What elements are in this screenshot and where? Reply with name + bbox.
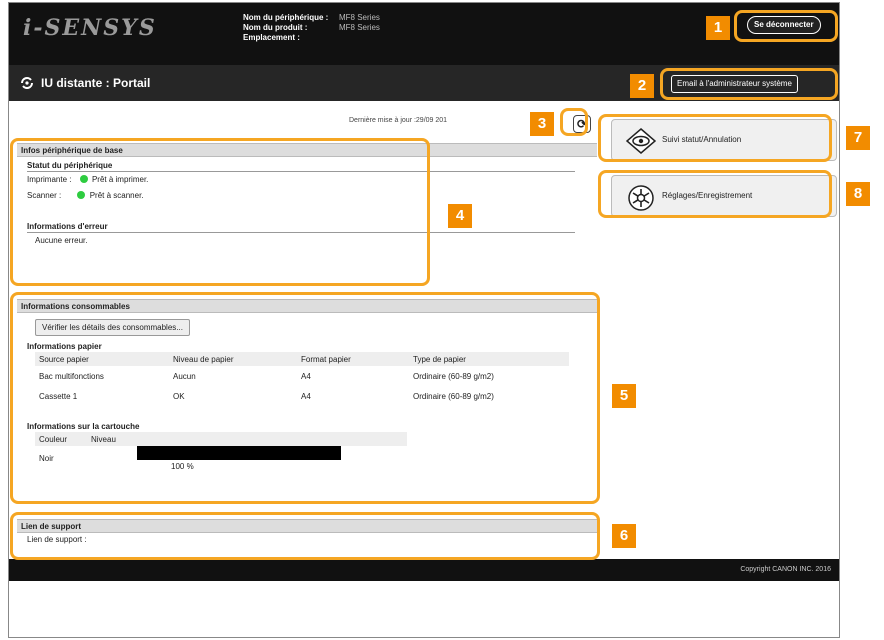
paper-info-title: Informations papier — [27, 342, 102, 351]
error-info-title: Informations d'erreur — [27, 222, 575, 233]
status-ok-icon — [79, 175, 88, 183]
location-label: Emplacement : — [243, 33, 300, 42]
browser-page: i-SENSYS Nom du périphérique : Nom du pr… — [8, 2, 840, 638]
table-row: Bac multifonctions Aucun A4 Ordinaire (6… — [35, 366, 569, 386]
table-cell: Cassette 1 — [39, 391, 78, 401]
column-header: Format papier — [297, 352, 409, 366]
scanner-label: Scanner : — [27, 191, 62, 200]
logout-button[interactable]: Se déconnecter — [747, 16, 821, 34]
status-eye-icon — [626, 128, 656, 154]
cartridge-info-title: Informations sur la cartouche — [27, 422, 140, 431]
toner-level-bar — [137, 446, 341, 460]
error-text: Aucune erreur. — [35, 236, 88, 245]
settings-registration-button[interactable]: Réglages/Enregistrement — [611, 175, 837, 217]
callout-badge: 1 — [706, 16, 730, 40]
callout-badge: 6 — [612, 524, 636, 548]
printer-label: Imprimante : — [27, 175, 72, 184]
table-cell: Ordinaire (60-89 g/m2) — [413, 371, 494, 381]
printer-status-row: Imprimante : Prêt à imprimer. — [27, 172, 597, 188]
brand-logo: i-SENSYS — [23, 15, 157, 41]
settings-gear-icon — [628, 185, 654, 211]
consumables-section: Informations consommables Vérifier les d… — [17, 299, 597, 471]
callout-badge: 7 — [846, 126, 870, 150]
table-cell: Aucun — [173, 371, 196, 381]
device-status-title: Statut du périphérique — [27, 161, 575, 172]
device-name-label: Nom du périphérique : — [243, 13, 329, 22]
device-info-labels: Nom du périphérique : Nom du produit : E… — [243, 13, 328, 43]
status-cancel-button[interactable]: Suivi statut/Annulation — [611, 119, 837, 161]
toner-level-text: 100 % — [171, 462, 194, 471]
cartridge-table: Couleur Niveau Noir 100 % — [35, 432, 407, 471]
table-cell: A4 — [301, 371, 311, 381]
device-name-value: MF8 Series — [339, 13, 380, 22]
cartridge-color: Noir — [39, 454, 54, 463]
scanner-status-row: Scanner : Prêt à scanner. — [27, 188, 597, 204]
support-link[interactable]: Lien de support : — [27, 533, 597, 547]
basic-info-section: Infos périphérique de base Statut du pér… — [17, 143, 597, 249]
consumables-heading: Informations consommables — [17, 299, 597, 313]
column-header: Niveau — [87, 432, 377, 446]
table-row: Cassette 1 OK A4 Ordinaire (60-89 g/m2) — [35, 386, 569, 406]
status-cancel-label: Suivi statut/Annulation — [662, 135, 742, 144]
table-cell: Bac multifonctions — [39, 371, 104, 381]
last-updated-text: Dernière mise à jour :29/09 201 — [349, 117, 448, 124]
callout-badge: 3 — [530, 112, 554, 136]
column-header: Couleur — [35, 432, 87, 446]
page-title: IU distante : Portail — [41, 76, 151, 90]
title-bar: IU distante : Portail Email à l'administ… — [9, 65, 839, 101]
column-header: Source papier — [35, 352, 169, 366]
callout-badge: 5 — [612, 384, 636, 408]
copyright-text: Copyright CANON INC. 2016 — [740, 566, 831, 573]
column-header: Type de papier — [409, 352, 569, 366]
footer-bar: Copyright CANON INC. 2016 — [9, 559, 839, 581]
admin-email-button[interactable]: Email à l'administrateur système — [671, 75, 798, 93]
table-cell: OK — [173, 391, 185, 401]
device-info-values: MF8 Series MF8 Series — [339, 13, 380, 33]
table-row: Noir 100 % — [35, 446, 407, 471]
portal-icon — [21, 77, 33, 89]
scanner-status: Prêt à scanner. — [89, 191, 144, 200]
support-section: Lien de support Lien de support : — [17, 519, 597, 547]
product-name-label: Nom du produit : — [243, 23, 308, 32]
settings-registration-label: Réglages/Enregistrement — [662, 191, 753, 200]
callout-badge: 8 — [846, 182, 870, 206]
product-name-value: MF8 Series — [339, 23, 380, 32]
verify-consumables-button[interactable]: Vérifier les détails des consommables... — [35, 319, 190, 336]
status-ok-icon — [77, 191, 86, 199]
paper-table: Source papier Niveau de papier Format pa… — [35, 352, 569, 406]
table-cell: A4 — [301, 391, 311, 401]
printer-status: Prêt à imprimer. — [91, 175, 149, 184]
basic-info-heading: Infos périphérique de base — [17, 143, 597, 157]
callout-badge: 4 — [448, 204, 472, 228]
callout-badge: 2 — [630, 74, 654, 98]
refresh-icon[interactable]: ⟳ — [573, 115, 591, 133]
table-cell: Ordinaire (60-89 g/m2) — [413, 391, 494, 401]
support-heading: Lien de support — [17, 519, 597, 533]
column-header: Niveau de papier — [169, 352, 297, 366]
